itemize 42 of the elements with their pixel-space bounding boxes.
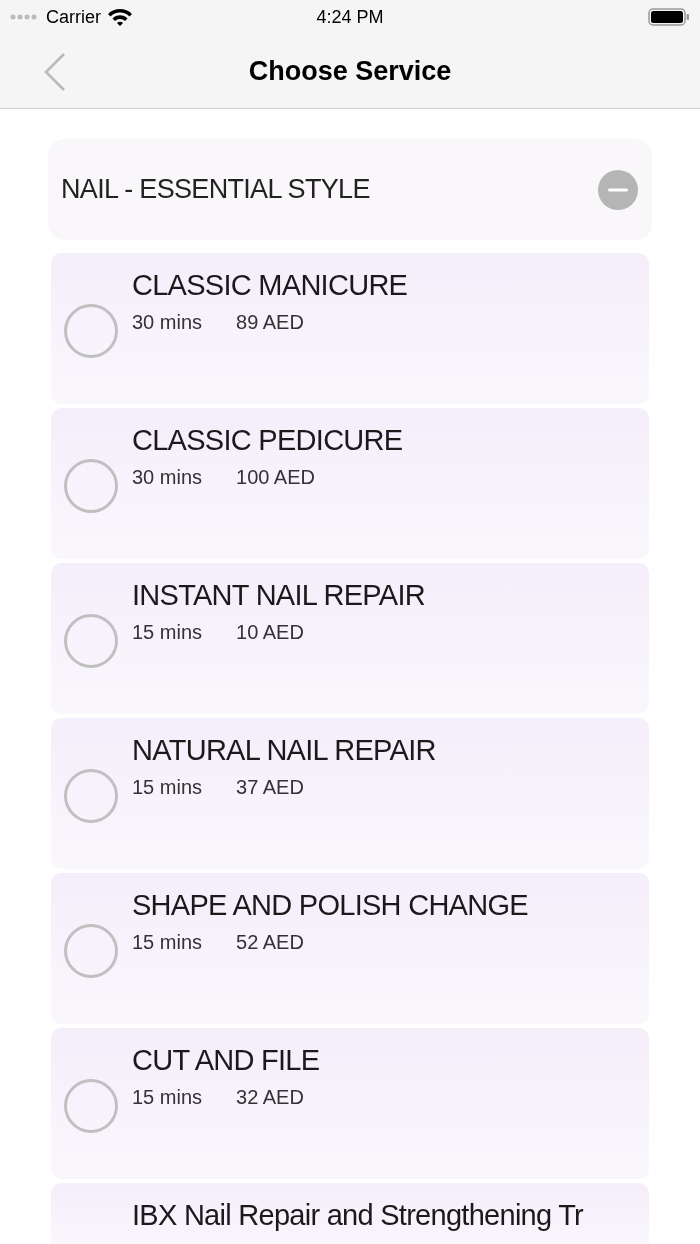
service-card[interactable]: CLASSIC PEDICURE 30 mins 100 AED — [51, 408, 649, 559]
radio-button[interactable] — [64, 1079, 118, 1133]
service-price: 89 AED — [236, 310, 304, 335]
service-card[interactable]: CLASSIC MANICURE 30 mins 89 AED — [51, 253, 649, 404]
service-price: 100 AED — [236, 465, 315, 490]
service-card[interactable]: CUT AND FILE 15 mins 32 AED — [51, 1028, 649, 1179]
radio-button[interactable] — [64, 769, 118, 823]
service-name: SHAPE AND POLISH CHANGE — [132, 888, 529, 923]
service-name: CUT AND FILE — [132, 1043, 321, 1078]
radio-button[interactable] — [64, 614, 118, 668]
service-duration: 15 mins — [132, 775, 203, 800]
clock-time: 4:24 PM — [316, 5, 384, 29]
service-price: 52 AED — [236, 930, 304, 955]
service-duration: 15 mins — [132, 1085, 203, 1110]
service-card[interactable]: SHAPE AND POLISH CHANGE 15 mins 52 AED — [51, 873, 649, 1024]
signal-icon — [10, 14, 38, 20]
service-name: INSTANT NAIL REPAIR — [132, 578, 426, 613]
service-duration: 15 mins — [132, 930, 203, 955]
back-button[interactable] — [42, 52, 68, 92]
wifi-icon — [107, 7, 133, 27]
radio-button[interactable] — [64, 304, 118, 358]
service-duration: 30 mins — [132, 310, 203, 335]
service-price: 10 AED — [236, 620, 304, 645]
category-title: NAIL - ESSENTIAL STYLE — [61, 173, 370, 207]
carrier-label: Carrier — [46, 5, 101, 29]
service-name: NATURAL NAIL REPAIR — [132, 733, 437, 768]
service-card[interactable]: IBX Nail Repair and Strengthening Tr — [51, 1183, 649, 1244]
service-duration: 30 mins — [132, 465, 203, 490]
back-chevron-icon — [44, 53, 66, 91]
service-card[interactable]: NATURAL NAIL REPAIR 15 mins 37 AED — [51, 718, 649, 869]
service-duration: 15 mins — [132, 620, 203, 645]
screen-title: Choose Service — [248, 54, 452, 88]
service-name: CLASSIC PEDICURE — [132, 423, 404, 458]
service-name: IBX Nail Repair and Strengthening Tr — [132, 1198, 585, 1233]
radio-button[interactable] — [64, 459, 118, 513]
category-header[interactable]: NAIL - ESSENTIAL STYLE — [48, 139, 652, 240]
radio-button[interactable] — [64, 924, 118, 978]
service-name: CLASSIC MANICURE — [132, 268, 409, 303]
service-price: 32 AED — [236, 1085, 304, 1110]
battery-icon — [648, 7, 690, 27]
service-card[interactable]: INSTANT NAIL REPAIR 15 mins 10 AED — [51, 563, 649, 714]
service-price: 37 AED — [236, 775, 304, 800]
